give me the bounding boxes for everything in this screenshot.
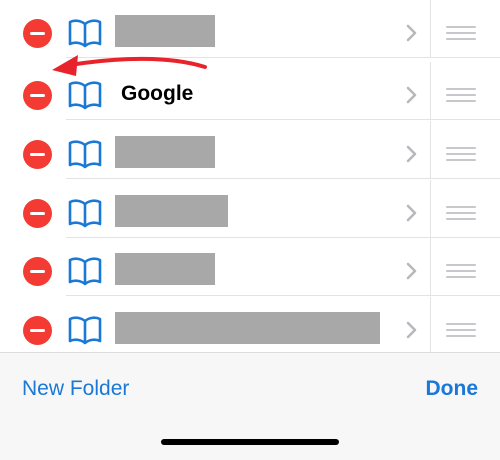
reorder-handle-icon[interactable] bbox=[446, 26, 476, 40]
delete-icon[interactable] bbox=[23, 140, 52, 169]
chevron-right-icon[interactable] bbox=[405, 204, 419, 222]
bookmark-row[interactable] bbox=[0, 180, 500, 238]
redacted-title bbox=[115, 136, 215, 168]
reorder-handle-icon[interactable] bbox=[446, 323, 476, 337]
row-separator bbox=[66, 178, 500, 179]
row-separator bbox=[66, 57, 500, 58]
delete-icon[interactable] bbox=[23, 316, 52, 345]
bookmark-title: Google bbox=[121, 82, 194, 105]
done-button[interactable]: Done bbox=[426, 377, 479, 401]
redacted-title bbox=[115, 195, 228, 227]
bookmark-book-icon bbox=[68, 316, 102, 345]
delete-icon[interactable] bbox=[23, 257, 52, 286]
bookmark-row[interactable] bbox=[0, 0, 500, 58]
bottom-toolbar: New Folder Done bbox=[0, 352, 500, 460]
bookmark-row[interactable] bbox=[0, 297, 500, 355]
bookmark-book-icon bbox=[68, 81, 102, 110]
chevron-right-icon[interactable] bbox=[405, 86, 419, 104]
delete-icon[interactable] bbox=[23, 81, 52, 110]
bookmark-row[interactable] bbox=[0, 121, 500, 179]
bookmark-book-icon bbox=[68, 140, 102, 169]
bookmarks-list: Google bbox=[0, 0, 500, 355]
column-divider bbox=[430, 0, 431, 58]
delete-icon[interactable] bbox=[23, 19, 52, 48]
row-separator bbox=[66, 119, 500, 120]
bookmark-book-icon bbox=[68, 199, 102, 228]
home-indicator bbox=[161, 439, 339, 445]
column-divider bbox=[430, 297, 431, 355]
bookmark-row[interactable] bbox=[0, 238, 500, 296]
reorder-handle-icon[interactable] bbox=[446, 264, 476, 278]
bookmark-book-icon bbox=[68, 19, 102, 48]
reorder-handle-icon[interactable] bbox=[446, 88, 476, 102]
column-divider bbox=[430, 238, 431, 296]
column-divider bbox=[430, 180, 431, 238]
chevron-right-icon[interactable] bbox=[405, 321, 419, 339]
delete-icon[interactable] bbox=[23, 199, 52, 228]
chevron-right-icon[interactable] bbox=[405, 24, 419, 42]
chevron-right-icon[interactable] bbox=[405, 262, 419, 280]
redacted-title bbox=[115, 312, 380, 344]
reorder-handle-icon[interactable] bbox=[446, 206, 476, 220]
bookmark-book-icon bbox=[68, 257, 102, 286]
column-divider bbox=[430, 121, 431, 179]
bookmark-row[interactable]: Google bbox=[0, 62, 500, 120]
redacted-title bbox=[115, 15, 215, 47]
reorder-handle-icon[interactable] bbox=[446, 147, 476, 161]
chevron-right-icon[interactable] bbox=[405, 145, 419, 163]
row-separator bbox=[66, 295, 500, 296]
redacted-title bbox=[115, 253, 215, 285]
new-folder-button[interactable]: New Folder bbox=[22, 377, 129, 401]
column-divider bbox=[430, 62, 431, 120]
